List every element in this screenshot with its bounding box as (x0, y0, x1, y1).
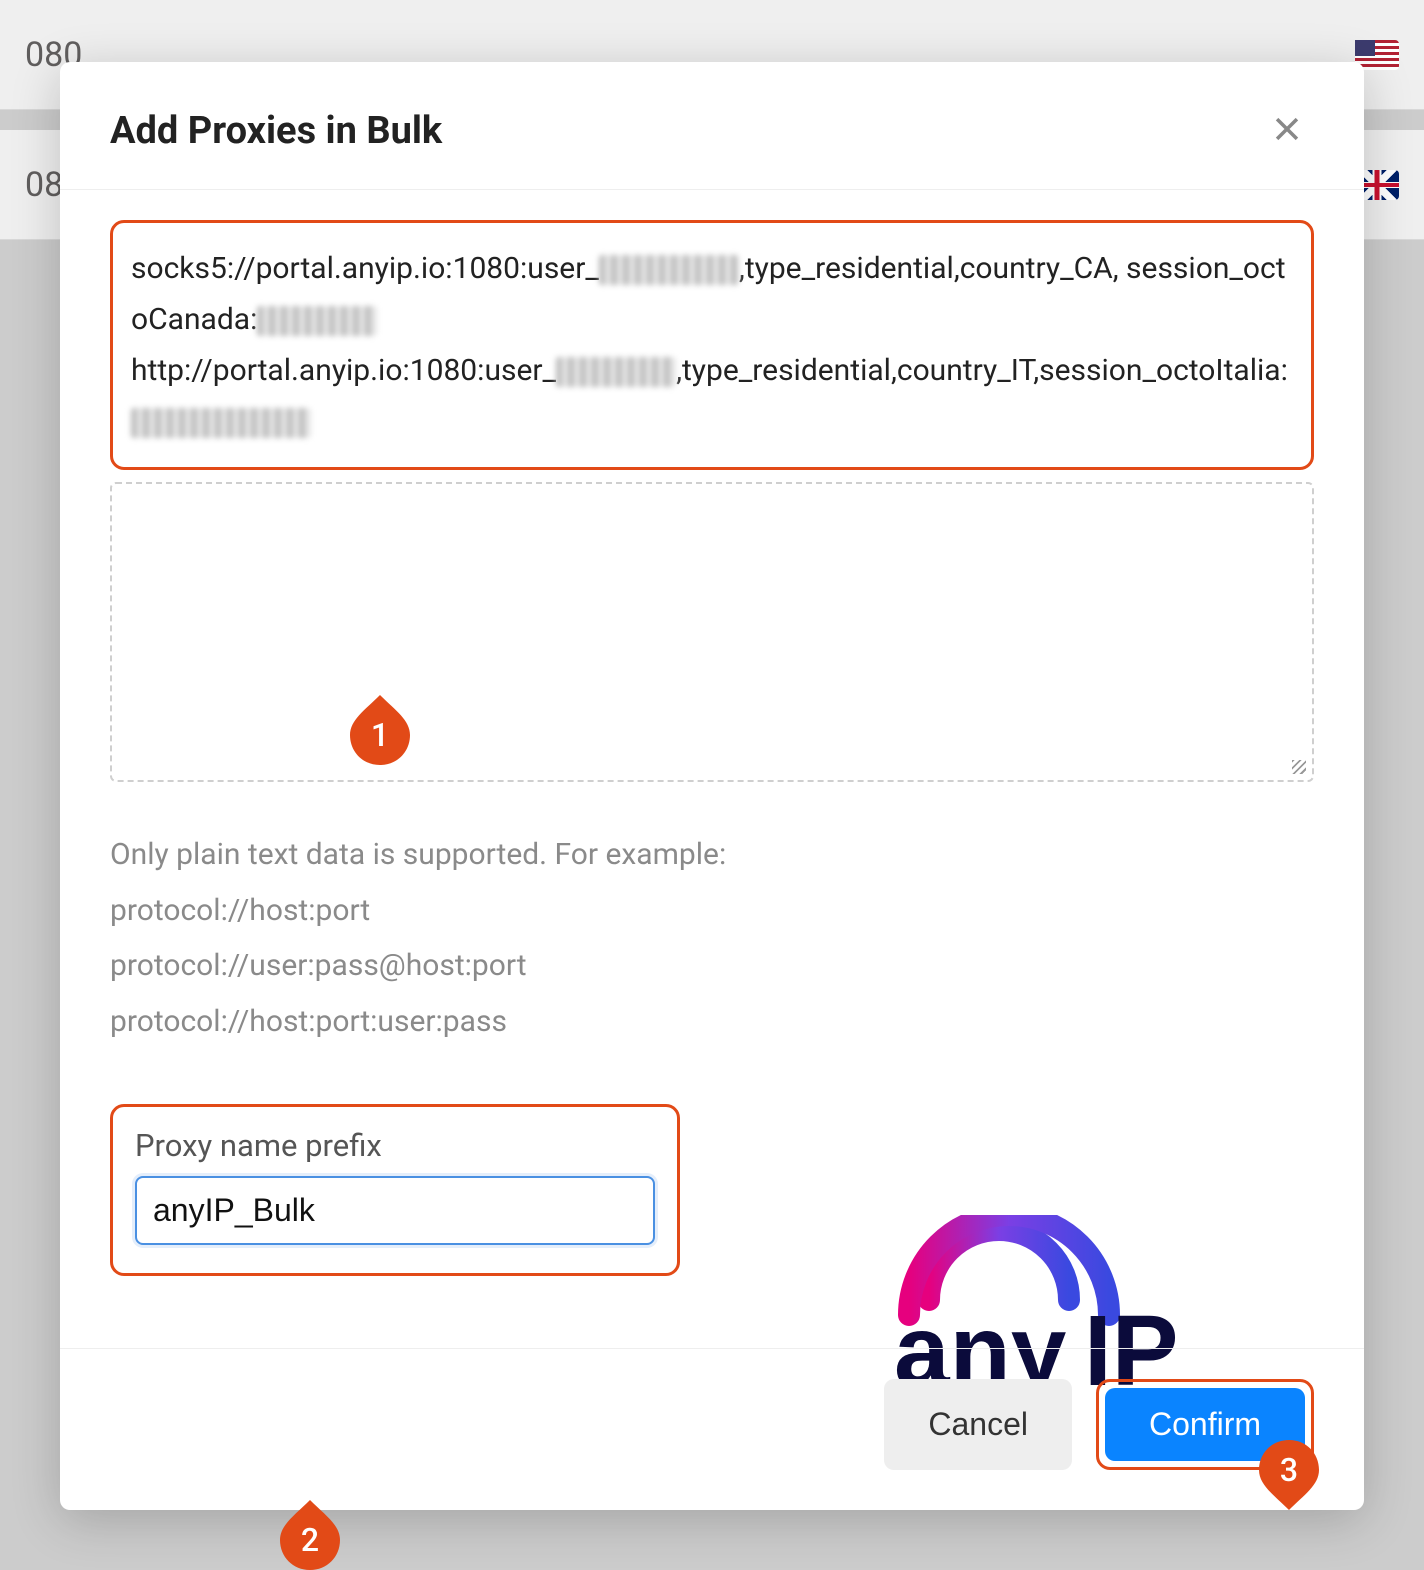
proxy-textarea[interactable] (110, 482, 1314, 782)
proxy-list-highlight[interactable]: socks5://portal.anyip.io:1080:user_ ,type… (110, 220, 1314, 470)
add-proxies-modal: Add Proxies in Bulk socks5://portal.anyi… (60, 62, 1364, 1510)
modal-title: Add Proxies in Bulk (110, 109, 442, 153)
help-line: protocol://host:port (110, 883, 1314, 939)
help-line: protocol://host:port:user:pass (110, 994, 1314, 1050)
redacted-icon (131, 408, 311, 438)
callout-marker-3: 3 (1259, 1440, 1319, 1510)
help-line: Only plain text data is supported. For e… (110, 827, 1314, 883)
proxy-line: http://portal.anyip.io:1080:user_ ,type_r… (131, 345, 1293, 447)
help-text: Only plain text data is supported. For e… (110, 827, 1314, 1049)
marker-number: 1 (371, 716, 389, 754)
proxy-prefix-highlight: Proxy name prefix (110, 1104, 680, 1276)
redacted-icon (257, 306, 377, 336)
modal-body: socks5://portal.anyip.io:1080:user_ ,type… (60, 190, 1364, 1348)
marker-number: 3 (1280, 1451, 1298, 1489)
callout-marker-2: 2 (280, 1500, 340, 1570)
proxy-text: http://portal.anyip.io:1080:user_ (131, 353, 556, 388)
close-button[interactable] (1260, 102, 1314, 159)
redacted-icon (556, 357, 676, 387)
redacted-icon (599, 255, 739, 285)
prefix-input[interactable] (135, 1176, 655, 1245)
marker-number: 2 (301, 1521, 319, 1559)
prefix-label: Proxy name prefix (135, 1127, 655, 1164)
help-line: protocol://user:pass@host:port (110, 938, 1314, 994)
proxy-text: ,type_residential,country_IT,session_oct… (676, 353, 1288, 388)
modal-footer: Cancel Confirm (60, 1348, 1364, 1510)
close-icon (1270, 112, 1304, 146)
proxy-text: socks5://portal.anyip.io:1080:user_ (131, 251, 599, 286)
cancel-button[interactable]: Cancel (884, 1379, 1072, 1470)
callout-marker-1: 1 (350, 695, 410, 765)
modal-header: Add Proxies in Bulk (60, 62, 1364, 190)
proxy-line: socks5://portal.anyip.io:1080:user_,type… (131, 243, 1293, 345)
